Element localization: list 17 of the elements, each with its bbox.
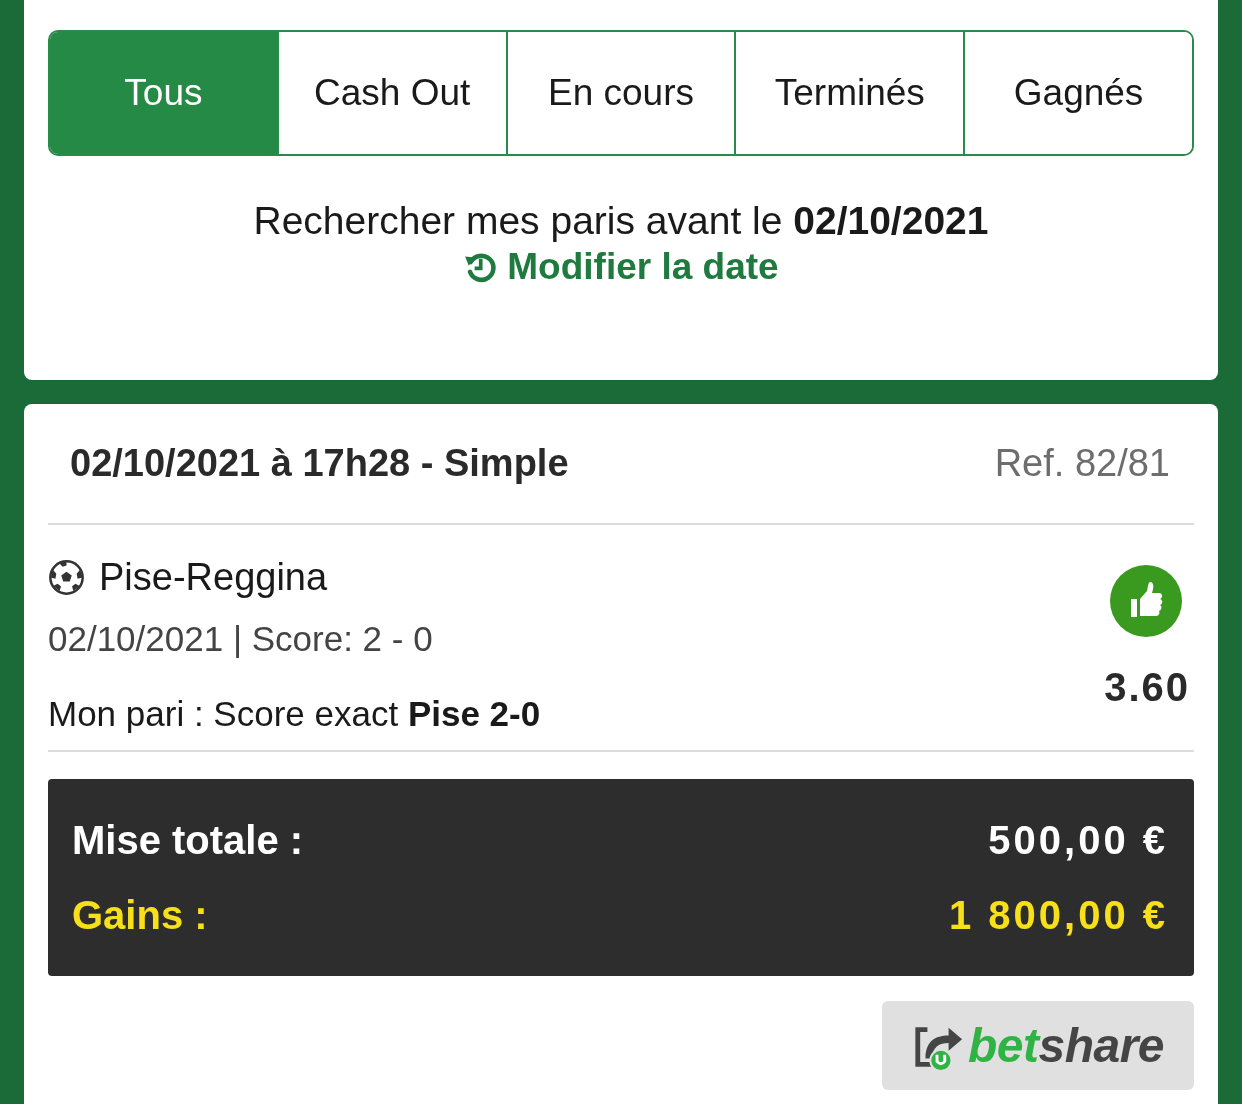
filter-tab[interactable]: Tous (50, 32, 277, 154)
winnings-label: Gains : (72, 892, 208, 939)
soccer-ball-icon (48, 558, 85, 596)
bet-reference: Ref. 82/81 (994, 441, 1170, 486)
stake-label: Mise totale : (72, 817, 304, 864)
odds-value: 3.60 (1104, 664, 1190, 711)
winnings-amount: 1 800,00 € (948, 892, 1168, 939)
modify-date-link[interactable]: Modifier la date (463, 244, 779, 290)
history-icon (463, 250, 498, 284)
match-details: 02/10/2021 | Score: 2 - 0 (48, 618, 434, 660)
filter-tab[interactable]: Gagnés (963, 32, 1192, 154)
bet-selection: Mon pari : Score exact Pise 2-0 (48, 693, 541, 735)
stake-amount: 500,00 € (988, 817, 1168, 864)
betshare-button[interactable]: betshare (882, 1001, 1194, 1090)
match-name: Pise-Reggina (99, 554, 328, 600)
search-date-text: Rechercher mes paris avant le 02/10/2021 (253, 198, 989, 244)
bet-title: 02/10/2021 à 17h28 - Simple (70, 441, 569, 486)
